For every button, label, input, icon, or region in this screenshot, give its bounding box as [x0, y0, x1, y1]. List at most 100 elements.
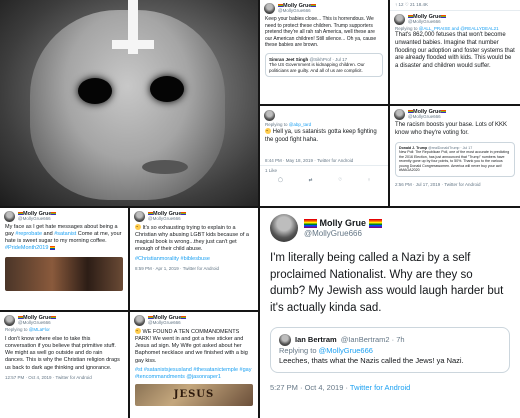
- pride-flag-icon: [304, 219, 317, 229]
- pride-flag-icon: [51, 315, 57, 320]
- quote-author: Simran Jeet Singh: [269, 56, 309, 62]
- tweet-body: It's so exhausting trying to explain to …: [135, 225, 249, 253]
- tweet-card-religion[interactable]: Molly Grue @MollyGrue666 Replying to @ML…: [0, 312, 128, 418]
- quote-text: The US Government is kidnapping children…: [269, 62, 365, 73]
- quote-text: Leeches, thats what the Nazis called the…: [279, 355, 464, 365]
- pride-flag-icon: [441, 14, 447, 19]
- engagement-bar: ↑ 12 ♡ 21 18.4K: [390, 0, 520, 11]
- thumbs-up-icon: [265, 128, 271, 134]
- tweet-text: The racism boosts your base. Lots of KKK…: [395, 122, 508, 136]
- hashtag-reprobate[interactable]: #reprobate: [15, 231, 42, 237]
- pride-flag-icon: [368, 219, 382, 229]
- replying-label: Replying to: [395, 26, 418, 31]
- quote-author: Donald J. Trump: [399, 145, 428, 150]
- tweet-body: WE FOUND A TEN COMMANDMENTS PARK! We wen…: [135, 329, 248, 364]
- tweet-card-satanists[interactable]: Replying to @abp_tard Hell ya, us satani…: [260, 106, 388, 206]
- hashtag-satanist[interactable]: #satanist: [54, 231, 76, 237]
- quote-text: New Poll: The Republican Poll, one of th…: [399, 150, 510, 173]
- attached-image[interactable]: [5, 256, 123, 291]
- author-handle: @MollyGrue666: [304, 228, 362, 238]
- pride-flag-icon: [311, 3, 317, 8]
- tweet-time: 5:27 PM · Oct 4, 2019 ·: [270, 382, 350, 392]
- author-handle: @MollyGrue666: [408, 114, 441, 120]
- reply-icon[interactable]: ◯: [278, 177, 283, 183]
- tweet-client-link[interactable]: Twitter for Android: [350, 383, 410, 392]
- tweet-meta: 5:27 PM · Oct 4, 2019 · Twitter for Andr…: [260, 381, 520, 394]
- quote-handle: @IanBertram2 · 7h: [340, 334, 405, 344]
- hashtag-pridemonth[interactable]: #PrideMonth2019: [5, 245, 48, 251]
- tweet-text: That's 862,000 fetuses that won't become…: [395, 32, 515, 70]
- avatar[interactable]: [134, 315, 145, 326]
- avatar[interactable]: [4, 315, 15, 326]
- retweet-icon[interactable]: ⇄: [309, 177, 313, 183]
- pride-flag-icon: [49, 246, 55, 250]
- tweet-meta: 2:56 PM · Jul 17, 2019 · Twitter for And…: [395, 181, 481, 187]
- pride-flag-icon: [181, 315, 187, 320]
- avatar[interactable]: [264, 110, 275, 121]
- author-handle: @MollyGrue666: [18, 216, 51, 222]
- tweet-card-fetuses[interactable]: ↑ 12 ♡ 21 18.4K Molly Grue @MollyGrue666…: [390, 0, 520, 104]
- tweet-text-b: and: [42, 231, 55, 238]
- tweet-text: I'm literally being called a Nazi by a s…: [270, 252, 504, 315]
- share-icon[interactable]: ↑: [368, 177, 370, 183]
- emoji-icon: [135, 328, 141, 334]
- replying-label: Replying to: [265, 122, 288, 127]
- quote-replying-label: Replying to: [279, 345, 317, 355]
- tweet-meta: 12:57 PM · Oct 4, 2019 · Twitter for And…: [5, 374, 92, 380]
- tweet-text: WE FOUND A TEN COMMANDMENTS PARK! We wen…: [130, 327, 258, 366]
- replying-label: Replying to: [5, 327, 28, 332]
- pride-flag-icon: [181, 211, 187, 216]
- author-handle: @MollyGrue666: [278, 8, 311, 14]
- tweet-card-children[interactable]: Molly Grue @MollyGrue666 Keep your babie…: [260, 0, 388, 104]
- quote-handle: @SikhProf · Jul 17: [309, 56, 348, 62]
- tweet-actions: ◯ ⇄ ♡ ↑: [260, 175, 388, 185]
- likes-count[interactable]: 1 Like: [260, 164, 388, 175]
- quoted-tweet[interactable]: Simran Jeet Singh @SikhProf · Jul 17 The…: [265, 52, 383, 78]
- tweet-card-racism[interactable]: Molly Grue @MollyGrue666 The racism boos…: [390, 106, 520, 206]
- avatar[interactable]: [264, 3, 275, 14]
- author-handle: @MollyGrue666: [148, 216, 181, 222]
- quoted-tweet[interactable]: Donald J. Trump @realDonaldTrump · Jul 1…: [395, 141, 515, 177]
- quote-author: Ian Bertram: [295, 334, 337, 344]
- tweet-meta: 8:59 PM · Apr 1, 2019 · Twitter for Andr…: [135, 265, 219, 271]
- replying-handle[interactable]: @MLaFlor: [29, 327, 50, 332]
- tweet-body: Hell ya, us satanists gotta keep fightin…: [265, 129, 377, 143]
- avatar[interactable]: [394, 109, 405, 120]
- avatar[interactable]: [270, 214, 298, 242]
- author-handle: @MollyGrue666: [408, 19, 441, 25]
- avatar[interactable]: [394, 14, 405, 25]
- tweet-text: My face as I get hate messages about bei…: [0, 223, 128, 254]
- attached-image-sign[interactable]: JESUS: [135, 383, 253, 406]
- quote-handle: @realDonaldTrump · Jul 17: [428, 145, 473, 150]
- pride-flag-icon: [441, 109, 447, 114]
- tweet-card-commandments[interactable]: Molly Grue @MollyGrue666 WE FOUND A TEN …: [130, 312, 258, 418]
- hashtags[interactable]: #st #satanistsjesusland #thesatanictempl…: [130, 366, 258, 382]
- tweet-text: It's so exhausting trying to explain to …: [130, 223, 258, 255]
- avatar[interactable]: [4, 211, 15, 222]
- quote-replying-handle[interactable]: @MollyGrue666: [319, 346, 373, 355]
- tweet-text: I don't know where else to take this con…: [5, 336, 120, 371]
- like-icon[interactable]: ♡: [338, 177, 342, 183]
- inverted-cross-bar: [112, 40, 154, 49]
- profile-photo: [0, 0, 258, 206]
- tweet-text: Keep your babies close... This is horren…: [265, 16, 377, 48]
- pride-flag-icon: [51, 211, 57, 216]
- quote-avatar[interactable]: [279, 333, 291, 346]
- quoted-tweet[interactable]: Ian Bertram @IanBertram2 · 7h Replying t…: [270, 326, 510, 373]
- replying-handle[interactable]: @abp_tard: [289, 122, 311, 127]
- tweet-text: Hell ya, us satanists gotta keep fightin…: [260, 127, 388, 146]
- avatar[interactable]: [134, 211, 145, 222]
- left-eye: [78, 78, 112, 104]
- tweet-card-nazi[interactable]: Molly Grue @MollyGrue666 I'm literally b…: [260, 208, 520, 418]
- tweet-card-pride[interactable]: Molly Grue @MollyGrue666 My face as I ge…: [0, 208, 128, 310]
- right-eye: [150, 76, 184, 102]
- hashtags[interactable]: #Christianmorality #biblesbuse: [130, 255, 258, 264]
- author-name: Molly Grue: [319, 218, 367, 229]
- author-handle: @MollyGrue666: [148, 320, 181, 326]
- replying-handles[interactable]: @ALL_PRAISE and @REALLYDEAL21: [419, 26, 499, 31]
- lips: [142, 160, 188, 174]
- emoji-icon: [135, 224, 141, 230]
- tweet-card-exhausting[interactable]: Molly Grue @MollyGrue666 It's so exhaust…: [130, 208, 258, 310]
- tweet-meta: 8:44 PM · May 18, 2019 · Twitter for And…: [265, 157, 354, 163]
- author-handle: @MollyGrue666: [18, 320, 51, 326]
